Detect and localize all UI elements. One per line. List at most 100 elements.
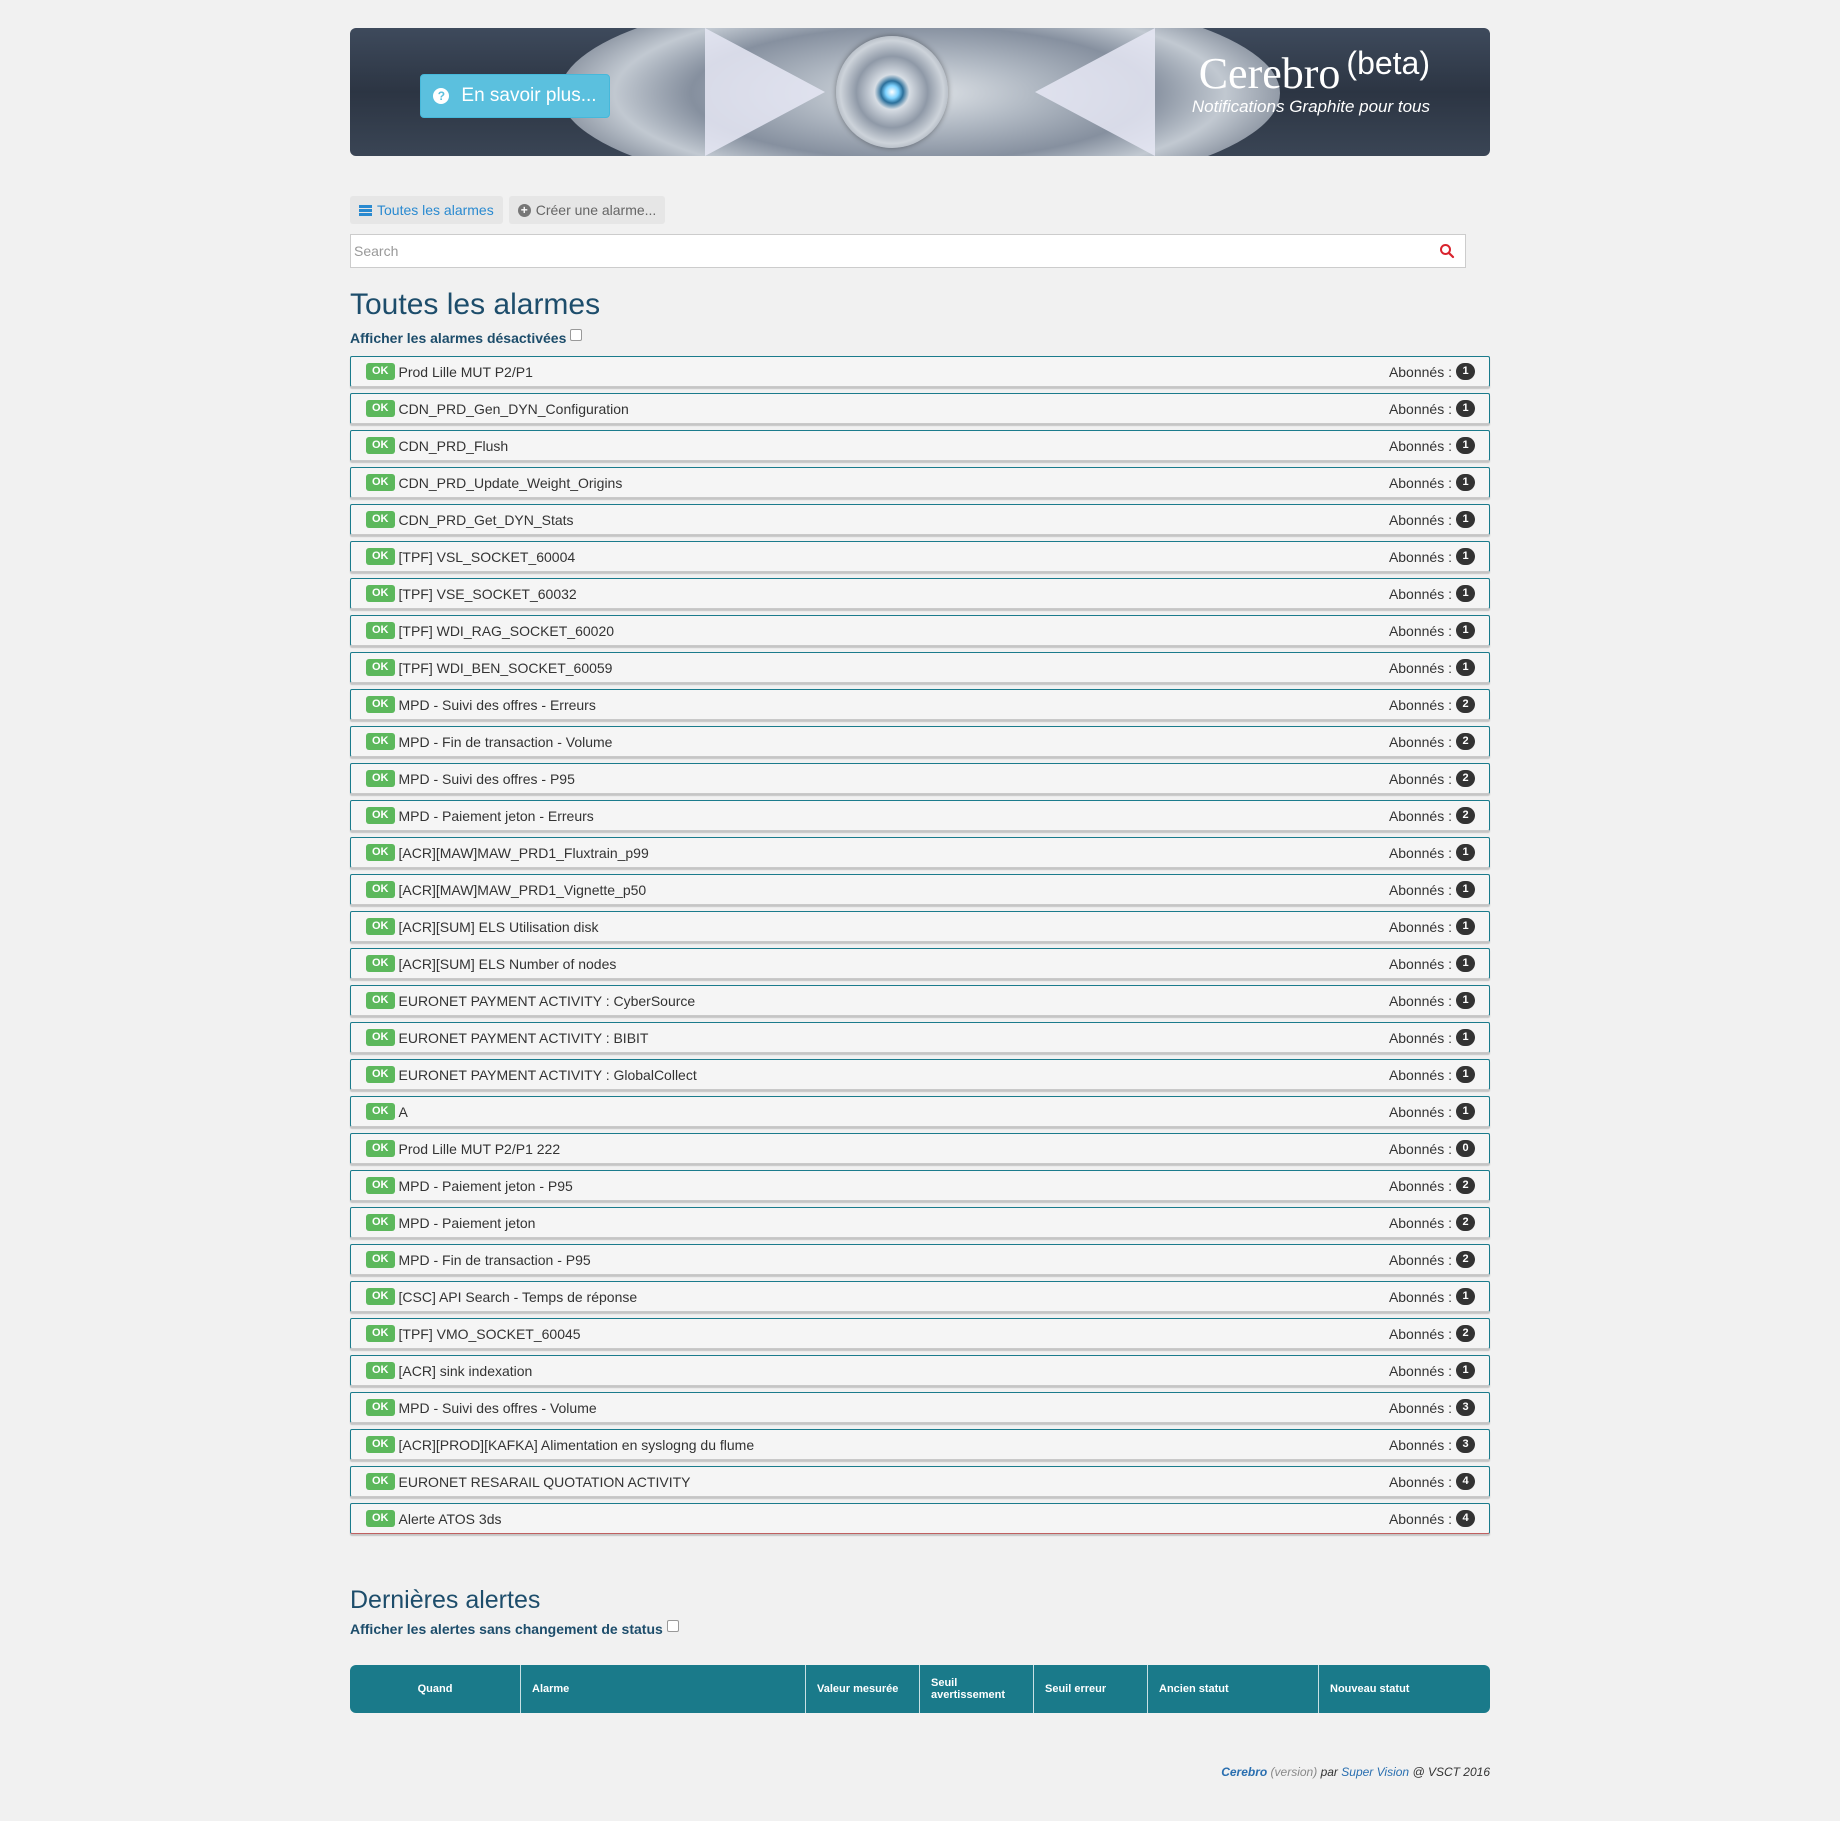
search-input[interactable] — [351, 235, 1416, 267]
subscribers-count-badge: 1 — [1456, 1362, 1475, 1379]
subscribers-count-badge: 1 — [1456, 1288, 1475, 1305]
show-unchanged-checkbox[interactable] — [666, 1620, 679, 1632]
col-seuil-avertissement[interactable]: Seuil avertissement — [920, 1665, 1034, 1713]
col-quand[interactable]: Quand — [350, 1665, 521, 1713]
subscribers-label: Abonnés : — [1388, 1362, 1452, 1379]
alarm-name[interactable]: CDN_PRD_Get_DYN_Stats — [399, 512, 1389, 528]
alarm-name[interactable]: MPD - Suivi des offres - P95 — [399, 771, 1389, 787]
tab-all-alarms[interactable]: Toutes les alarmes — [350, 196, 503, 224]
alarm-row[interactable]: OK [TPF] VSL_SOCKET_60004 Abonnés :1 — [350, 541, 1490, 572]
alarm-name[interactable]: EURONET PAYMENT ACTIVITY : GlobalCollect — [399, 1067, 1389, 1083]
alarm-name[interactable]: [TPF] VSE_SOCKET_60032 — [399, 586, 1389, 602]
main-nav: Toutes les alarmes + Créer une alarme... — [350, 196, 1490, 224]
alarm-name[interactable]: [ACR][SUM] ELS Utilisation disk — [399, 919, 1389, 935]
alarm-row[interactable]: OK MPD - Paiement jeton - Erreurs Abonnés … — [350, 800, 1490, 831]
alarm-name[interactable]: CDN_PRD_Update_Weight_Origins — [399, 475, 1389, 491]
subscribers-label: Abonnés : — [1388, 1066, 1452, 1083]
alarm-name[interactable]: CDN_PRD_Flush — [399, 438, 1389, 454]
alarm-row[interactable]: OK MPD - Suivi des offres - Volume Abonnés… — [350, 1392, 1490, 1423]
footer-team-link[interactable]: Super Vision — [1341, 1765, 1409, 1779]
col-valeur-mesuree[interactable]: Valeur mesurée — [806, 1665, 920, 1713]
alarm-name[interactable]: MPD - Suivi des offres - Erreurs — [399, 697, 1389, 713]
alarm-row[interactable]: OK [ACR] sink indexation Abonnés :1 — [350, 1355, 1490, 1386]
alarm-row[interactable]: OK MPD - Suivi des offres - P95 Abonnés :2 — [350, 763, 1490, 794]
col-nouveau-statut[interactable]: Nouveau statut — [1319, 1665, 1490, 1713]
alarm-row[interactable]: OK MPD - Fin de transaction - P95 Abonnés … — [350, 1244, 1490, 1275]
subscribers-label: Abonnés : — [1388, 622, 1452, 639]
alarm-row[interactable]: OK [TPF] WDI_BEN_SOCKET_60059 Abonnés :1 — [350, 652, 1490, 683]
alarm-name[interactable]: [TPF] WDI_RAG_SOCKET_60020 — [399, 623, 1389, 639]
alarm-name[interactable]: Alerte ATOS 3ds — [399, 1511, 1389, 1527]
search-icon[interactable] — [1439, 243, 1455, 259]
alarm-name[interactable]: EURONET PAYMENT ACTIVITY : CyberSource — [399, 993, 1389, 1009]
alarm-row[interactable]: OK [ACR][MAW]MAW_PRD1_Fluxtrain_p99 Abonné… — [350, 837, 1490, 868]
alarm-name[interactable]: EURONET RESARAIL QUOTATION ACTIVITY — [399, 1474, 1389, 1490]
alarm-name[interactable]: [ACR][PROD][KAFKA] Alimentation en syslo… — [399, 1437, 1389, 1453]
subscribers-label: Abonnés : — [1388, 1214, 1452, 1231]
alarm-row[interactable]: OK MPD - Paiement jeton Abonnés :2 — [350, 1207, 1490, 1238]
subscribers: Abonnés :1 — [1389, 1362, 1475, 1379]
page-container: ? En savoir plus... Cerebro (beta) Notifi… — [350, 28, 1490, 1779]
alarm-row[interactable]: OK Prod Lille MUT P2/P1 222 Abonnés :0 — [350, 1133, 1490, 1164]
alarm-name[interactable]: Prod Lille MUT P2/P1 222 — [399, 1141, 1389, 1157]
alarm-row[interactable]: OK [ACR][SUM] ELS Number of nodes Abonnés … — [350, 948, 1490, 979]
alarm-name[interactable]: MPD - Paiement jeton - Erreurs — [399, 808, 1389, 824]
alarm-row[interactable]: OK [TPF] VSE_SOCKET_60032 Abonnés :1 — [350, 578, 1490, 609]
alarm-row[interactable]: OK MPD - Fin de transaction - Volume Abonn… — [350, 726, 1490, 757]
alarm-row[interactable]: OK A Abonnés :1 — [350, 1096, 1490, 1127]
status-badge: OK — [366, 1473, 395, 1490]
alarm-name[interactable]: MPD - Suivi des offres - Volume — [399, 1400, 1389, 1416]
subscribers-label: Abonnés : — [1388, 992, 1452, 1009]
alarm-row[interactable]: OK CDN_PRD_Flush Abonnés :1 — [350, 430, 1490, 461]
alarm-row[interactable]: OK EURONET PAYMENT ACTIVITY : GlobalColle… — [350, 1059, 1490, 1090]
alarm-row[interactable]: OK [CSC] API Search - Temps de réponse Abo… — [350, 1281, 1490, 1312]
alarm-name[interactable]: CDN_PRD_Gen_DYN_Configuration — [399, 401, 1389, 417]
alarm-name[interactable]: MPD - Paiement jeton - P95 — [399, 1178, 1389, 1194]
alarm-name[interactable]: [TPF] WDI_BEN_SOCKET_60059 — [399, 660, 1389, 676]
status-badge: OK — [366, 585, 395, 602]
alarm-row[interactable]: OK Alerte ATOS 3ds Abonnés :4 — [350, 1503, 1490, 1534]
status-badge: OK — [366, 437, 395, 454]
alarm-row[interactable]: OK [ACR][SUM] ELS Utilisation disk Abonnés… — [350, 911, 1490, 942]
alarm-name[interactable]: MPD - Paiement jeton — [399, 1215, 1389, 1231]
alarm-row[interactable]: OK CDN_PRD_Get_DYN_Stats Abonnés :1 — [350, 504, 1490, 535]
alarm-row[interactable]: OK EURONET RESARAIL QUOTATION ACTIVITY Abo… — [350, 1466, 1490, 1497]
alarm-row[interactable]: OK EURONET PAYMENT ACTIVITY : BIBIT Abonné… — [350, 1022, 1490, 1053]
alarm-row[interactable]: OK EURONET PAYMENT ACTIVITY : CyberSource… — [350, 985, 1490, 1016]
alarm-name[interactable]: [CSC] API Search - Temps de réponse — [399, 1289, 1389, 1305]
alarm-name[interactable]: [ACR][SUM] ELS Number of nodes — [399, 956, 1389, 972]
tab-create-alarm[interactable]: + Créer une alarme... — [508, 196, 666, 224]
col-ancien-statut[interactable]: Ancien statut — [1148, 1665, 1319, 1713]
subscribers: Abonnés :1 — [1389, 585, 1475, 602]
subscribers-label: Abonnés : — [1388, 918, 1452, 935]
alarm-row[interactable]: OK Prod Lille MUT P2/P1 Abonnés :1 — [350, 356, 1490, 387]
alarm-name[interactable]: MPD - Fin de transaction - Volume — [399, 734, 1389, 750]
alarm-name[interactable]: [ACR] sink indexation — [399, 1363, 1389, 1379]
alarm-name[interactable]: A — [399, 1104, 1389, 1120]
alarm-name[interactable]: MPD - Fin de transaction - P95 — [399, 1252, 1389, 1268]
alarm-name[interactable]: EURONET PAYMENT ACTIVITY : BIBIT — [399, 1030, 1389, 1046]
alarm-name[interactable]: [TPF] VSL_SOCKET_60004 — [399, 549, 1389, 565]
learn-more-button[interactable]: ? En savoir plus... — [420, 74, 610, 118]
alarm-row[interactable]: OK [ACR][MAW]MAW_PRD1_Vignette_p50 Abonnés… — [350, 874, 1490, 905]
alarm-row[interactable]: OK MPD - Suivi des offres - Erreurs Abonné… — [350, 689, 1490, 720]
alarm-name[interactable]: [TPF] VMO_SOCKET_60045 — [399, 1326, 1389, 1342]
alarm-row[interactable]: OK [TPF] WDI_RAG_SOCKET_60020 Abonnés :1 — [350, 615, 1490, 646]
col-seuil-erreur[interactable]: Seuil erreur — [1034, 1665, 1148, 1713]
alarm-row[interactable]: OK CDN_PRD_Gen_DYN_Configuration Abonnés :… — [350, 393, 1490, 424]
alarm-name[interactable]: Prod Lille MUT P2/P1 — [399, 364, 1389, 380]
subscribers: Abonnés :2 — [1389, 1325, 1475, 1342]
alarm-row[interactable]: OK CDN_PRD_Update_Weight_Origins Abonnés :… — [350, 467, 1490, 498]
footer-app-link[interactable]: Cerebro — [1221, 1765, 1267, 1779]
subscribers-label: Abonnés : — [1388, 733, 1452, 750]
alarms-title: Toutes les alarmes — [350, 288, 601, 321]
alarm-name[interactable]: [ACR][MAW]MAW_PRD1_Fluxtrain_p99 — [399, 845, 1389, 861]
alarm-row[interactable]: OK [ACR][PROD][KAFKA] Alimentation en sys… — [350, 1429, 1490, 1460]
alarm-name[interactable]: [ACR][MAW]MAW_PRD1_Vignette_p50 — [399, 882, 1389, 898]
alarm-row[interactable]: OK [TPF] VMO_SOCKET_60045 Abonnés :2 — [350, 1318, 1490, 1349]
footer-par: par — [1320, 1765, 1338, 1779]
col-alarme[interactable]: Alarme — [521, 1665, 806, 1713]
alerts-title: Dernières alertes — [350, 1586, 541, 1614]
alarm-row[interactable]: OK MPD - Paiement jeton - P95 Abonnés :2 — [350, 1170, 1490, 1201]
show-disabled-checkbox[interactable] — [570, 329, 583, 341]
